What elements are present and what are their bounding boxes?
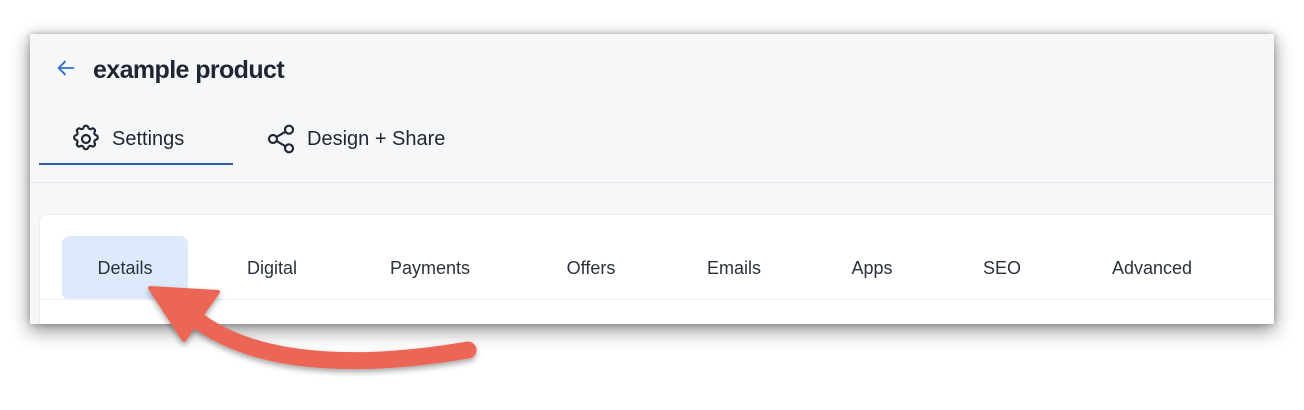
subtab-apps[interactable]: Apps: [822, 236, 922, 300]
active-tab-indicator: [39, 163, 233, 165]
screenshot-stage: example product Settings Design + Share …: [0, 0, 1304, 410]
back-button[interactable]: [52, 54, 80, 82]
subtab-payments[interactable]: Payments: [365, 236, 495, 300]
arrow-left-icon: [57, 60, 75, 76]
tab-settings-label: Settings: [112, 127, 185, 150]
subtab-details[interactable]: Details: [62, 236, 188, 300]
page-title: example product: [93, 56, 285, 84]
subtab-divider: [40, 299, 1274, 300]
subtab-digital[interactable]: Digital: [222, 236, 322, 300]
tab-design-share-label: Design + Share: [307, 127, 446, 150]
subtab-seo[interactable]: SEO: [952, 236, 1052, 300]
sub-tab-bar: Details Digital Payments Offers Emails A…: [62, 236, 1262, 300]
subtab-emails[interactable]: Emails: [684, 236, 784, 300]
share-icon: [265, 123, 297, 155]
tab-design-share[interactable]: Design + Share: [265, 114, 445, 164]
subtab-advanced[interactable]: Advanced: [1092, 236, 1212, 300]
gear-icon: [70, 123, 102, 155]
settings-card: Details Digital Payments Offers Emails A…: [39, 214, 1274, 324]
tab-settings[interactable]: Settings: [70, 114, 184, 164]
app-window: example product Settings Design + Share …: [30, 34, 1274, 324]
subtab-offers[interactable]: Offers: [541, 236, 641, 300]
page-header: example product Settings Design + Share: [30, 34, 1274, 183]
